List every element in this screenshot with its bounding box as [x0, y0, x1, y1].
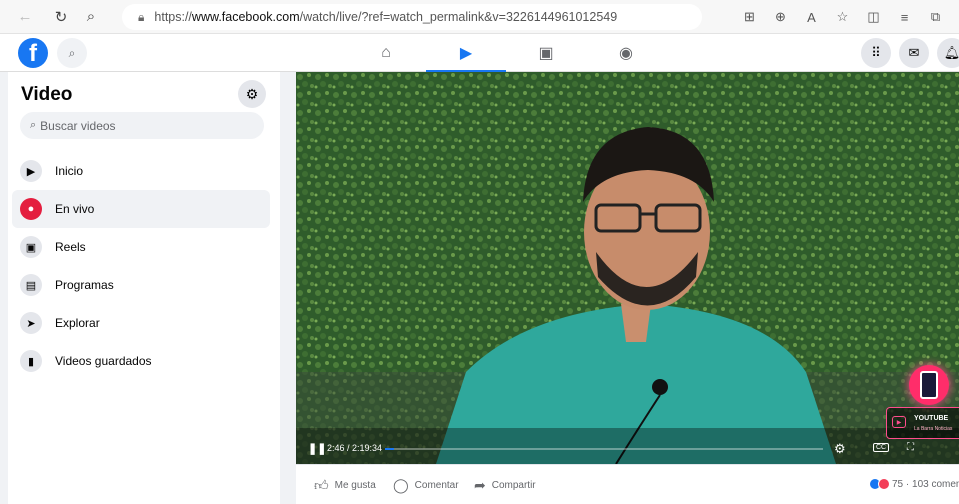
- timecode: 2:46 / 2:19:34: [327, 443, 383, 453]
- url-host: www.facebook.com: [191, 10, 300, 24]
- url-path: /watch/live/?ref=watch_permalink&v=32261…: [299, 10, 618, 24]
- love-reaction-icon: [878, 478, 890, 490]
- settings-gear-icon[interactable]: ⚙: [238, 80, 266, 108]
- watch-icon[interactable]: ▶: [426, 34, 506, 73]
- search-icon: ⌕: [30, 119, 37, 131]
- video-controls: ❚❚ 2:46 / 2:19:34 ⚙ CC ⛶: [296, 434, 959, 464]
- microphone: [652, 379, 668, 395]
- reactions-summary[interactable]: 75 · 103 comen: [869, 478, 959, 490]
- comment-icon: ◯: [393, 477, 409, 493]
- favorite-icon[interactable]: ☆: [827, 6, 858, 28]
- sidebar-item-en-vivo[interactable]: ● En vivo: [12, 190, 270, 228]
- video-search[interactable]: ⌕: [20, 112, 264, 139]
- fullscreen-icon[interactable]: ⛶: [907, 442, 914, 453]
- reels-icon: ▣: [20, 236, 42, 258]
- search-icon[interactable]: ⌕: [78, 4, 104, 30]
- facebook-logo[interactable]: f: [18, 38, 48, 68]
- split-screen-icon[interactable]: ⊞: [734, 6, 765, 28]
- comment-label: Comentar: [414, 480, 459, 491]
- sidebar-item-reels[interactable]: ▣ Reels: [12, 228, 270, 266]
- messenger-icon[interactable]: ✉: [899, 38, 929, 68]
- shows-icon: ▤: [20, 274, 42, 296]
- explore-icon: ➤: [20, 312, 42, 334]
- video-frame: [296, 72, 959, 464]
- sidebar-item-inicio[interactable]: ▶ Inicio: [12, 152, 270, 190]
- like-button[interactable]: 👍︎ Me gusta: [314, 477, 376, 494]
- search-icon[interactable]: ⌕: [57, 38, 87, 68]
- lock-icon: 🔒︎: [138, 9, 145, 24]
- sidebar-icon[interactable]: ◫: [858, 6, 889, 28]
- settings-gear-icon[interactable]: ⚙: [834, 441, 846, 457]
- progress-fill: [385, 448, 394, 450]
- sidebar-item-explorar[interactable]: ➤ Explorar: [12, 304, 270, 342]
- action-bar: 👍︎ Me gusta ◯ Comentar ➦ Compartir 75 · …: [296, 464, 959, 504]
- sidebar-item-label: Reels: [55, 240, 86, 254]
- share-label: Compartir: [491, 480, 536, 491]
- center-navigation: ⌂ ▶ ▣ ◉: [346, 34, 666, 73]
- sidebar-item-programas[interactable]: ▤ Programas: [12, 266, 270, 304]
- sidebar-item-videos-guardados[interactable]: ▮ Videos guardados: [12, 342, 270, 380]
- video-home-icon: ▶: [20, 160, 42, 182]
- menu-grid-icon[interactable]: ⠿: [861, 38, 891, 68]
- browser-toolbar: ← ↻ ⌕ 🔒︎ https://www.facebook.com/watch/…: [0, 0, 959, 34]
- back-arrow-icon[interactable]: ←: [12, 4, 38, 30]
- sidebar-item-label: En vivo: [55, 202, 95, 216]
- captions-icon[interactable]: CC: [873, 443, 890, 452]
- reactions-count: 75 · 103 comen: [892, 478, 959, 490]
- progress-bar[interactable]: [385, 448, 823, 450]
- channel-logo: [909, 365, 949, 405]
- share-icon: ➦: [474, 477, 486, 493]
- notifications-icon[interactable]: 🔔︎: [937, 38, 959, 68]
- sidebar-title: Video: [21, 84, 73, 105]
- home-icon[interactable]: ⌂: [346, 34, 426, 72]
- video-sidebar: Video ⚙ ⌕ ▶ Inicio ● En vivo ▣ Reels ▤ P…: [8, 72, 280, 504]
- sidebar-item-label: Videos guardados: [55, 354, 152, 368]
- live-icon: ●: [20, 198, 42, 220]
- marketplace-icon[interactable]: ▣: [506, 34, 586, 72]
- bookmark-icon: ▮: [20, 350, 42, 372]
- video-player[interactable]: ▶ YOUTUBE La Barra Noticias ❚❚ 2:46 / 2:…: [296, 72, 959, 464]
- sidebar-item-label: Explorar: [55, 316, 100, 330]
- overlay-title: YOUTUBE: [914, 415, 949, 422]
- address-bar[interactable]: 🔒︎ https://www.facebook.com/watch/live/?…: [122, 4, 702, 30]
- url-prefix: https://: [154, 10, 192, 24]
- youtube-icon: ▶: [892, 416, 906, 428]
- share-button[interactable]: ➦ Compartir: [474, 477, 536, 494]
- favorites-list-icon[interactable]: ≡: [889, 6, 920, 28]
- overlay-subtitle: La Barra Noticias: [914, 426, 953, 432]
- reload-icon[interactable]: ↻: [48, 4, 74, 30]
- read-aloud-icon[interactable]: A: [796, 6, 827, 28]
- gaming-icon[interactable]: ◉: [586, 34, 666, 72]
- like-label: Me gusta: [334, 480, 376, 491]
- facebook-header: f ⌕ ⌂ ▶ ▣ ◉ ⠿ ✉ 🔔︎: [0, 34, 959, 73]
- thumbs-up-icon: 👍︎: [314, 477, 329, 493]
- comment-button[interactable]: ◯ Comentar: [393, 477, 459, 494]
- pause-icon[interactable]: ❚❚: [308, 442, 326, 455]
- sidebar-item-label: Inicio: [55, 164, 84, 178]
- sidebar-item-label: Programas: [55, 278, 114, 292]
- sidebar-menu: ▶ Inicio ● En vivo ▣ Reels ▤ Programas ➤…: [12, 152, 270, 380]
- collections-icon[interactable]: ⧉: [920, 6, 951, 28]
- zoom-icon[interactable]: ⊕: [765, 6, 796, 28]
- search-videos-input[interactable]: [40, 118, 241, 133]
